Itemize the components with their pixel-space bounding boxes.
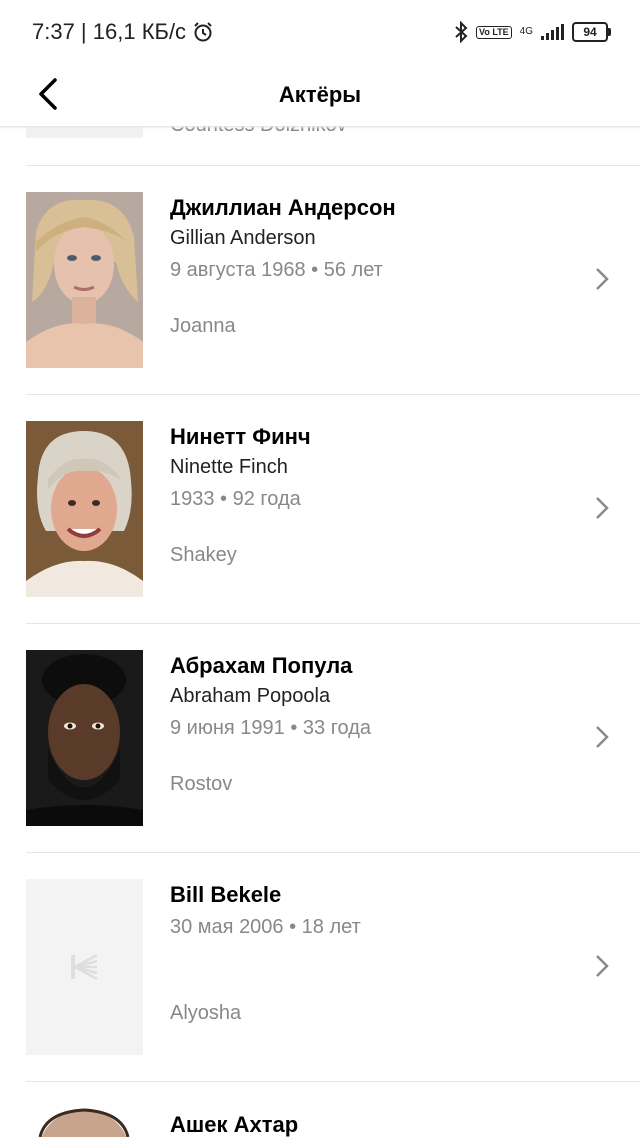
back-arrow-icon — [39, 78, 57, 110]
top-app-bar: Актёры — [0, 64, 640, 126]
header-shadow — [0, 126, 640, 129]
chevron-right-icon — [596, 497, 609, 519]
actor-photo-placeholder — [26, 879, 143, 1055]
battery-icon: 94 — [572, 22, 611, 42]
battery-level: 94 — [583, 25, 597, 39]
status-bar: 7:37 | 16,1 КБ/с Vo LTE 4G 94 — [0, 0, 640, 64]
status-time: 7:37 | 16,1 КБ/с — [32, 19, 187, 44]
network-indicator: 4G — [520, 27, 533, 37]
actor-role: Alyosha — [170, 1002, 242, 1024]
list-item-actor[interactable]: Джиллиан Андерсон Gillian Anderson 9 авг… — [0, 165, 640, 394]
list-item-actor[interactable]: Абрахам Попула Abraham Popoola 9 июня 19… — [0, 623, 640, 852]
chevron-right-icon — [596, 726, 609, 748]
alarm-icon — [194, 22, 212, 42]
actor-role: Joanna — [170, 315, 236, 337]
list-item-actor[interactable]: Нинетт Финч Ninette Finch 1933 • 92 года… — [0, 394, 640, 623]
page-title: Актёры — [278, 82, 362, 107]
actor-photo[interactable] — [26, 1108, 143, 1137]
list-item-actor[interactable]: Bill Bekele 30 мая 2006 • 18 лет Alyosha — [0, 852, 640, 1081]
chevron-right-icon — [596, 955, 609, 977]
actor-photo — [26, 650, 143, 826]
chevron-right-icon — [596, 268, 609, 290]
actor-role: Shakey — [170, 544, 237, 566]
divider — [26, 1081, 640, 1082]
actor-original-name: Gillian Anderson — [170, 227, 316, 249]
actor-birth-age: 30 мая 2006 • 18 лет — [170, 916, 361, 938]
actor-original-name: Abraham Popoola — [170, 685, 331, 707]
network-type: 4G — [519, 26, 533, 37]
actor-birth-age: 9 августа 1968 • 56 лет — [170, 259, 383, 281]
actor-role: Rostov — [170, 773, 233, 795]
actor-name: Джиллиан Андерсон — [170, 195, 396, 220]
signal-icon — [541, 24, 564, 40]
back-button[interactable] — [30, 76, 66, 112]
actor-name[interactable]: Ашек Ахтар — [170, 1112, 298, 1138]
kinopoisk-logo-icon — [70, 953, 98, 981]
actor-name: Абрахам Попула — [170, 653, 353, 678]
actor-name: Bill Bekele — [170, 882, 282, 907]
actor-birth-age: 1933 • 92 года — [170, 488, 301, 510]
actor-photo — [26, 192, 143, 368]
actor-original-name: Ninette Finch — [170, 456, 288, 478]
actor-name: Нинетт Финч — [170, 424, 311, 449]
actor-birth-age: 9 июня 1991 • 33 года — [170, 717, 372, 739]
actor-photo — [26, 421, 143, 597]
volte-badge: Vo LTE — [475, 25, 512, 39]
bluetooth-icon — [455, 21, 468, 43]
